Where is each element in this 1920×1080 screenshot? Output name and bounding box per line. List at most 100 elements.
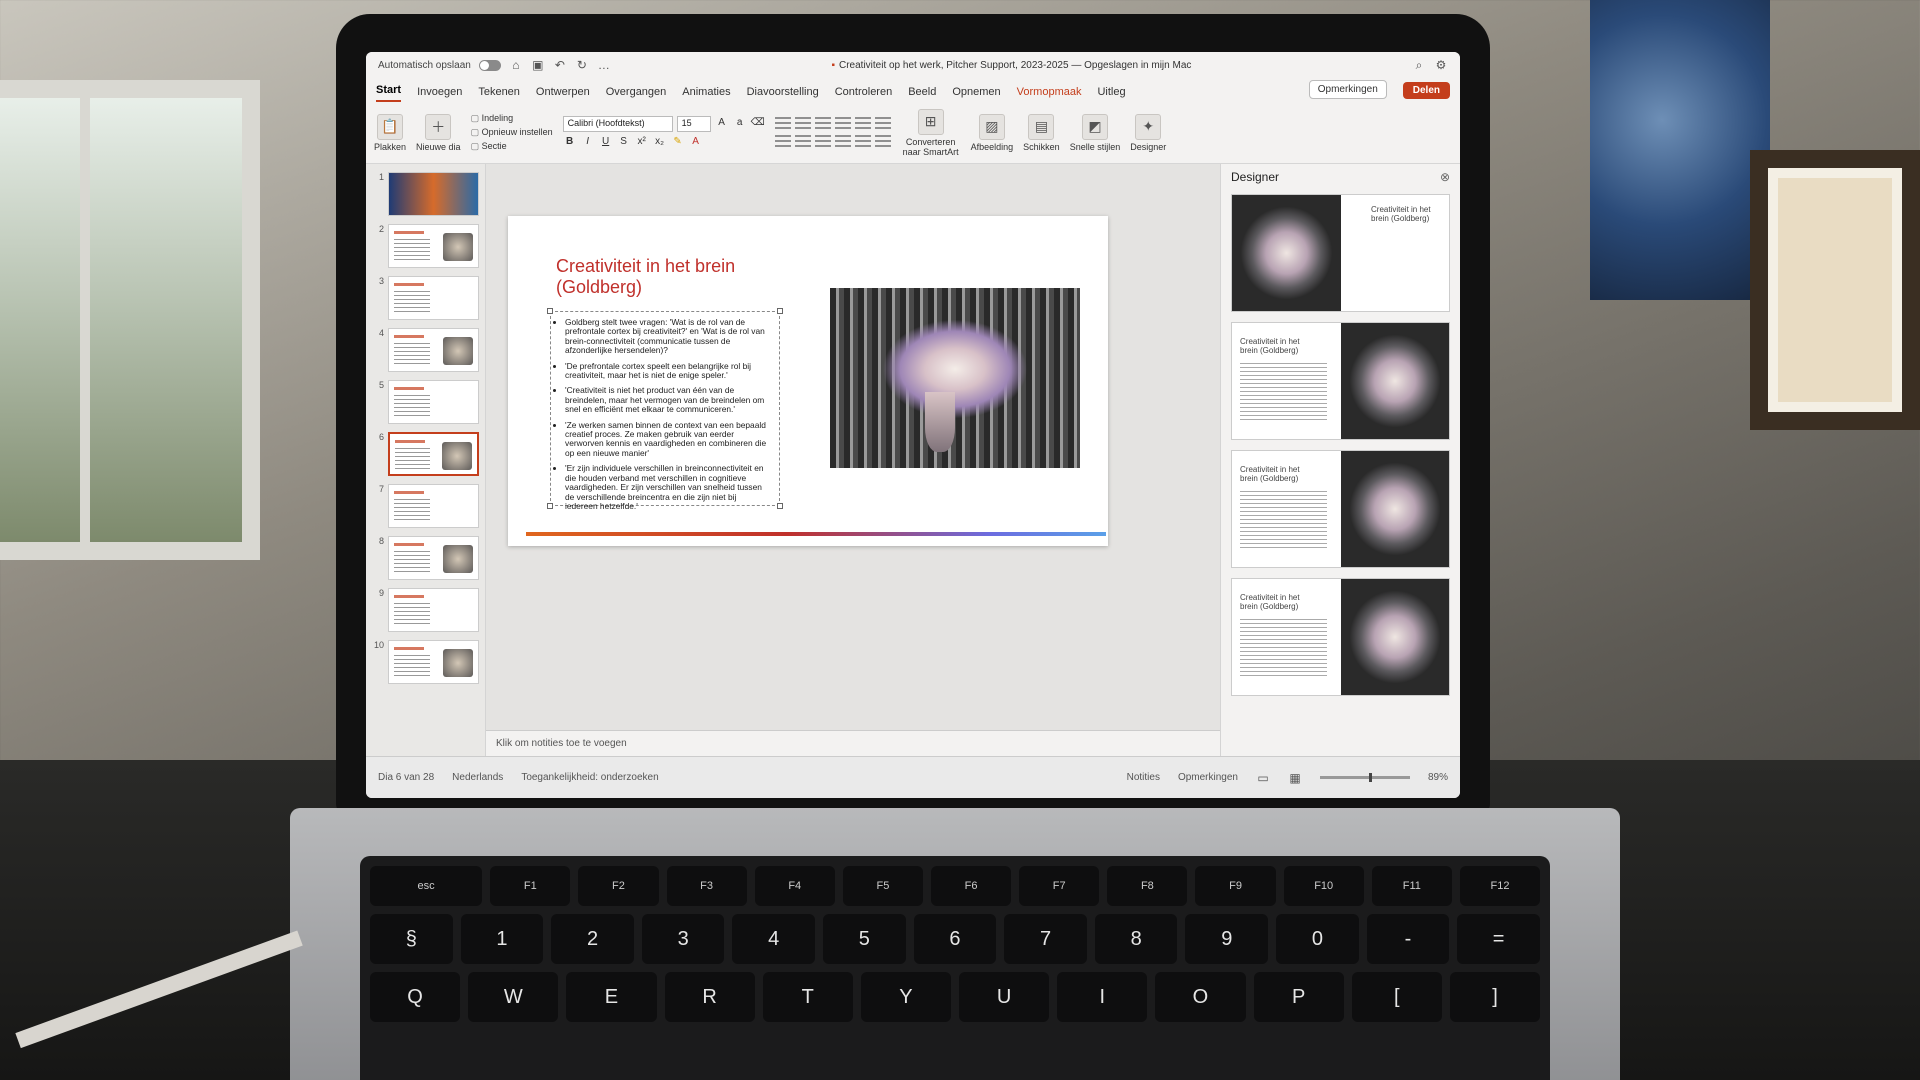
highlight-icon[interactable]: ✎ bbox=[671, 136, 685, 150]
slide-thumbnail[interactable]: 1 bbox=[372, 172, 479, 216]
zoom-slider[interactable] bbox=[1319, 773, 1410, 782]
tab-animaties[interactable]: Animaties bbox=[682, 86, 730, 102]
arrange-button[interactable]: ▤ Schikken bbox=[1023, 113, 1060, 152]
slide-thumbnail[interactable]: 6 bbox=[372, 432, 479, 476]
tab-diavoorstelling[interactable]: Diavoorstelling bbox=[747, 86, 819, 102]
tab-ontwerpen[interactable]: Ontwerpen bbox=[536, 86, 590, 102]
settings-icon[interactable]: ⚙ bbox=[1434, 58, 1448, 72]
autosave-toggle[interactable] bbox=[478, 59, 501, 71]
new-slide-button[interactable]: ＋ Nieuwe dia bbox=[416, 113, 461, 152]
slide-preview[interactable] bbox=[388, 172, 479, 216]
slide[interactable]: Creativiteit in het brein (Goldberg) Gol… bbox=[508, 216, 1108, 546]
superscript-icon[interactable]: x² bbox=[635, 136, 649, 150]
undo-icon[interactable]: ↶ bbox=[553, 58, 567, 72]
increase-indent-icon[interactable] bbox=[834, 116, 851, 131]
slide-thumbnail[interactable]: 2 bbox=[372, 224, 479, 268]
slide-title[interactable]: Creativiteit in het brein (Goldberg) bbox=[556, 256, 796, 298]
tab-uitleg[interactable]: Uitleg bbox=[1097, 86, 1125, 102]
close-icon[interactable]: ⊗ bbox=[1440, 170, 1450, 184]
design-option[interactable]: Creativiteit in het brein (Goldberg) bbox=[1231, 578, 1450, 696]
slide-text-box[interactable]: Goldberg stelt twee vragen: 'Wat is de r… bbox=[547, 308, 783, 511]
grow-font-icon[interactable]: A bbox=[715, 117, 729, 131]
home-icon[interactable]: ⌂ bbox=[509, 58, 523, 72]
slide-preview[interactable] bbox=[388, 484, 479, 528]
slide-preview[interactable] bbox=[388, 380, 479, 424]
align-left-icon[interactable] bbox=[774, 134, 791, 149]
decrease-indent-icon[interactable] bbox=[814, 116, 831, 131]
notes-pane[interactable]: Klik om notities toe te voegen bbox=[486, 730, 1220, 756]
tab-controleren[interactable]: Controleren bbox=[835, 86, 892, 102]
designer-button[interactable]: ✦ Designer bbox=[1130, 113, 1166, 152]
slide-preview[interactable] bbox=[388, 224, 479, 268]
save-icon[interactable]: ▣ bbox=[531, 58, 545, 72]
tab-start[interactable]: Start bbox=[376, 84, 402, 102]
numbering-icon[interactable] bbox=[794, 116, 811, 131]
redo-icon[interactable]: ↻ bbox=[575, 58, 589, 72]
tab-opnemen[interactable]: Opnemen bbox=[952, 86, 1000, 102]
layout-button[interactable]: Indeling bbox=[471, 113, 553, 124]
accessibility-button[interactable]: Toegankelijkheid: onderzoeken bbox=[521, 772, 658, 783]
clear-format-icon[interactable]: ⌫ bbox=[751, 117, 765, 131]
paste-button[interactable]: 📋 Plakken bbox=[374, 113, 406, 152]
notes-button[interactable]: Notities bbox=[1127, 772, 1160, 783]
columns-icon[interactable] bbox=[874, 116, 891, 131]
quick-styles-button[interactable]: ◩ Snelle stijlen bbox=[1070, 113, 1120, 152]
align-text-icon[interactable] bbox=[874, 134, 891, 149]
resize-handle[interactable] bbox=[777, 503, 783, 509]
slide-thumbnail[interactable]: 4 bbox=[372, 328, 479, 372]
reset-button[interactable]: Opnieuw instellen bbox=[471, 127, 553, 138]
bullets-icon[interactable] bbox=[774, 116, 791, 131]
design-option[interactable]: Creativiteit in het brein (Goldberg) bbox=[1231, 322, 1450, 440]
section-button[interactable]: Sectie bbox=[471, 141, 553, 152]
more-icon[interactable]: … bbox=[597, 58, 611, 72]
comments-status-button[interactable]: Opmerkingen bbox=[1178, 772, 1238, 783]
share-button[interactable]: Delen bbox=[1402, 82, 1450, 99]
slide-thumbnail[interactable]: 9 bbox=[372, 588, 479, 632]
slide-thumbnail[interactable]: 10 bbox=[372, 640, 479, 684]
slide-preview[interactable] bbox=[388, 276, 479, 320]
design-option[interactable]: Creativiteit in het brein (Goldberg) bbox=[1231, 450, 1450, 568]
font-name-select[interactable]: Calibri (Hoofdtekst) bbox=[562, 115, 673, 132]
font-size-select[interactable]: 15 bbox=[676, 115, 711, 132]
slide-preview[interactable] bbox=[388, 328, 479, 372]
language-indicator[interactable]: Nederlands bbox=[452, 772, 503, 783]
italic-icon[interactable]: I bbox=[581, 136, 595, 150]
align-center-icon[interactable] bbox=[794, 134, 811, 149]
sorter-view-icon[interactable]: ▦ bbox=[1288, 771, 1302, 785]
text-direction-icon[interactable] bbox=[854, 134, 871, 149]
design-option[interactable]: Creativiteit in het brein (Goldberg) bbox=[1231, 194, 1450, 312]
tab-invoegen[interactable]: Invoegen bbox=[417, 86, 462, 102]
zoom-level[interactable]: 89% bbox=[1428, 772, 1448, 783]
brain-image[interactable] bbox=[830, 288, 1080, 468]
slide-thumbnail[interactable]: 5 bbox=[372, 380, 479, 424]
key: F10 bbox=[1283, 866, 1364, 906]
bold-icon[interactable]: B bbox=[563, 136, 577, 150]
picture-button[interactable]: ▨ Afbeelding bbox=[971, 113, 1013, 152]
slide-preview[interactable] bbox=[388, 640, 479, 684]
slide-thumbnail[interactable]: 8 bbox=[372, 536, 479, 580]
subscript-icon[interactable]: x₂ bbox=[653, 136, 667, 150]
resize-handle[interactable] bbox=[547, 503, 553, 509]
font-color-icon[interactable]: A bbox=[689, 136, 703, 150]
align-right-icon[interactable] bbox=[814, 134, 831, 149]
slide-thumbnail[interactable]: 7 bbox=[372, 484, 479, 528]
resize-handle[interactable] bbox=[547, 308, 553, 314]
shrink-font-icon[interactable]: a bbox=[733, 117, 747, 131]
slide-thumbnail[interactable]: 3 bbox=[372, 276, 479, 320]
tab-vormopmaak[interactable]: Vormopmaak bbox=[1017, 86, 1082, 102]
justify-icon[interactable] bbox=[834, 134, 851, 149]
underline-icon[interactable]: U bbox=[599, 136, 613, 150]
tab-overgangen[interactable]: Overgangen bbox=[606, 86, 667, 102]
convert-smartart-button[interactable]: ⊞ Converteren naar SmartArt bbox=[901, 108, 961, 157]
comments-button[interactable]: Opmerkingen bbox=[1308, 80, 1387, 99]
slide-preview[interactable] bbox=[388, 536, 479, 580]
resize-handle[interactable] bbox=[777, 308, 783, 314]
line-spacing-icon[interactable] bbox=[854, 116, 871, 131]
tab-tekenen[interactable]: Tekenen bbox=[478, 86, 520, 102]
slide-preview[interactable] bbox=[388, 588, 479, 632]
normal-view-icon[interactable]: ▭ bbox=[1256, 771, 1270, 785]
strikethrough-icon[interactable]: S bbox=[617, 136, 631, 150]
tab-beeld[interactable]: Beeld bbox=[908, 86, 936, 102]
slide-preview[interactable] bbox=[388, 432, 479, 476]
search-icon[interactable]: ⌕ bbox=[1412, 58, 1426, 72]
